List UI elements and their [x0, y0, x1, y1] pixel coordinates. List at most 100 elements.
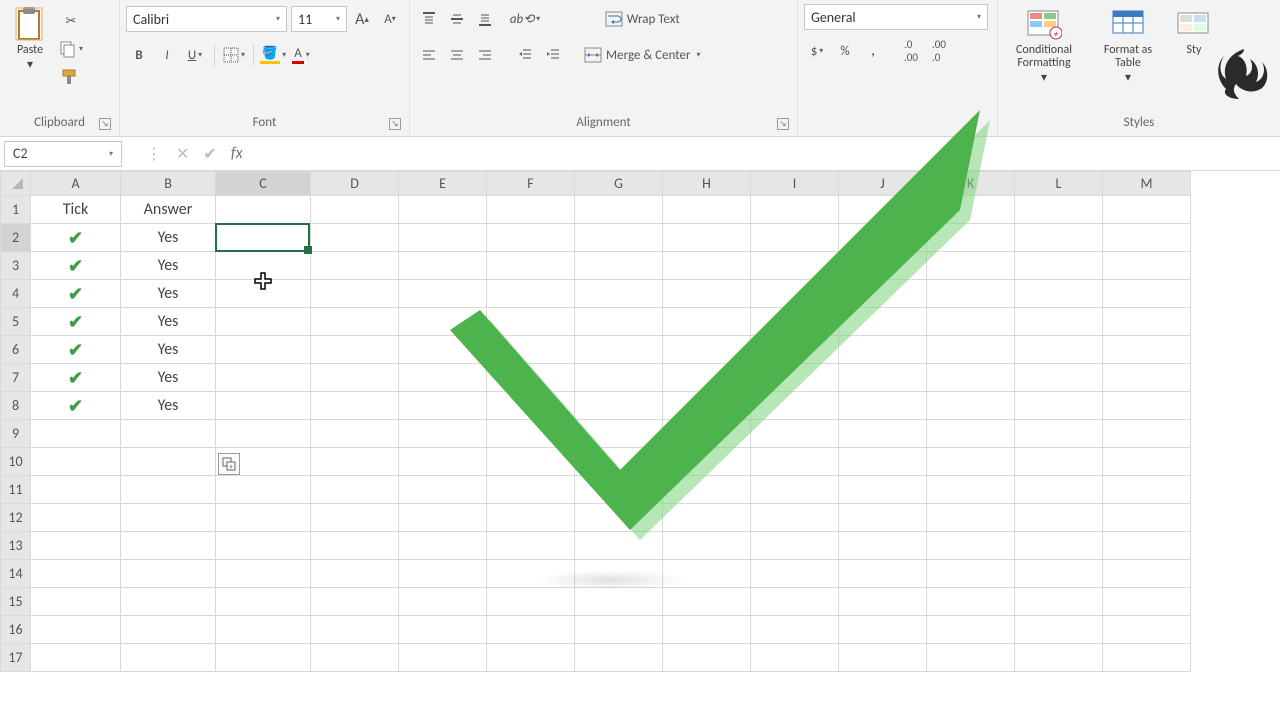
wrap-text-button[interactable]: Wrap Text [578, 4, 707, 34]
cell-A3[interactable]: ✔ [31, 252, 121, 280]
autofill-options-button[interactable]: + [218, 453, 240, 475]
cell-styles-button[interactable]: Sty [1172, 4, 1216, 59]
orientation-button[interactable]: ab⟲▾ [512, 6, 538, 32]
name-box[interactable]: C2 ▾ [4, 141, 122, 167]
align-middle-button[interactable] [444, 6, 470, 32]
cell-B3[interactable]: Yes [121, 252, 216, 280]
row-header-1[interactable]: 1 [1, 196, 31, 224]
underline-button[interactable]: U▾ [182, 42, 208, 68]
col-header-J[interactable]: J [839, 172, 927, 196]
percent-button[interactable]: % [832, 38, 858, 64]
col-header-G[interactable]: G [575, 172, 663, 196]
row-header-15[interactable]: 15 [1, 588, 31, 616]
row-header-9[interactable]: 9 [1, 420, 31, 448]
row-header-7[interactable]: 7 [1, 364, 31, 392]
checkmark-icon: ✔ [68, 311, 83, 333]
col-header-H[interactable]: H [663, 172, 751, 196]
row-header-2[interactable]: 2 [1, 224, 31, 252]
col-header-F[interactable]: F [487, 172, 575, 196]
align-left-button[interactable] [416, 42, 442, 68]
copy-button[interactable]: ▾ [58, 36, 84, 62]
cell-A8[interactable]: ✔ [31, 392, 121, 420]
clipboard-launcher-icon[interactable]: ↘ [99, 118, 111, 130]
align-right-button[interactable] [472, 42, 498, 68]
fx-button[interactable]: fx [231, 144, 243, 163]
increase-decimal-button[interactable]: .0.00 [898, 38, 924, 64]
fx-divider-icon: ⋮ [146, 144, 162, 164]
spreadsheet-grid[interactable]: A B C D E F G H I J K L M 1 Tick Answer … [0, 171, 1191, 672]
row-header-17[interactable]: 17 [1, 644, 31, 672]
col-header-I[interactable]: I [751, 172, 839, 196]
row-header-5[interactable]: 5 [1, 308, 31, 336]
row-header-14[interactable]: 14 [1, 560, 31, 588]
row-header-8[interactable]: 8 [1, 392, 31, 420]
font-name-combo[interactable]: Calibri▾ [126, 6, 287, 32]
cell-C1[interactable] [216, 196, 311, 224]
col-header-L[interactable]: L [1015, 172, 1103, 196]
merge-center-button[interactable]: Merge & Center ▾ [578, 40, 707, 70]
cell-C2[interactable] [216, 224, 311, 252]
row-header-16[interactable]: 16 [1, 616, 31, 644]
grow-font-button[interactable]: A▴ [349, 6, 375, 32]
align-center-button[interactable] [444, 42, 470, 68]
col-header-K[interactable]: K [927, 172, 1015, 196]
cell-A7[interactable]: ✔ [31, 364, 121, 392]
decrease-indent-button[interactable] [512, 42, 538, 68]
increase-indent-button[interactable] [540, 42, 566, 68]
fill-color-button[interactable]: 🪣▾ [260, 42, 286, 68]
cancel-formula-button[interactable]: ✕ [176, 144, 189, 164]
col-header-B[interactable]: B [121, 172, 216, 196]
row-header-6[interactable]: 6 [1, 336, 31, 364]
select-all-corner[interactable] [1, 172, 31, 196]
font-size-value: 11 [298, 11, 312, 28]
cut-button[interactable]: ✂ [58, 8, 84, 34]
row-header-4[interactable]: 4 [1, 280, 31, 308]
column-header-row: A B C D E F G H I J K L M [1, 172, 1191, 196]
cell-A4[interactable]: ✔ [31, 280, 121, 308]
decrease-decimal-button[interactable]: .00.0 [926, 38, 952, 64]
cell-B7[interactable]: Yes [121, 364, 216, 392]
chevron-down-icon: ▾ [276, 14, 280, 24]
format-as-table-button[interactable]: Format as Table ▾ [1088, 4, 1168, 88]
col-header-C[interactable]: C [216, 172, 311, 196]
worksheet[interactable]: A B C D E F G H I J K L M 1 Tick Answer … [0, 171, 1280, 672]
cell-B1[interactable]: Answer [121, 196, 216, 224]
cell-C3[interactable] [216, 252, 311, 280]
font-launcher-icon[interactable]: ↘ [389, 118, 401, 130]
font-size-combo[interactable]: 11▾ [291, 6, 347, 32]
format-painter-button[interactable] [58, 64, 84, 90]
align-top-button[interactable] [416, 6, 442, 32]
row-header-3[interactable]: 3 [1, 252, 31, 280]
font-color-button[interactable]: A▾ [288, 42, 314, 68]
col-header-D[interactable]: D [311, 172, 399, 196]
cell-B5[interactable]: Yes [121, 308, 216, 336]
align-bottom-button[interactable] [472, 6, 498, 32]
cell-B4[interactable]: Yes [121, 280, 216, 308]
row-header-11[interactable]: 11 [1, 476, 31, 504]
cell-B2[interactable]: Yes [121, 224, 216, 252]
row-header-12[interactable]: 12 [1, 504, 31, 532]
borders-button[interactable]: ▾ [221, 42, 247, 68]
bold-button[interactable]: B [126, 42, 152, 68]
row-header-10[interactable]: 10 [1, 448, 31, 476]
paste-button[interactable]: Paste ▾ [6, 4, 54, 74]
enter-formula-button[interactable]: ✔ [203, 144, 216, 164]
cell-A5[interactable]: ✔ [31, 308, 121, 336]
cell-A2[interactable]: ✔ [31, 224, 121, 252]
cell-A1[interactable]: Tick [31, 196, 121, 224]
shrink-font-button[interactable]: A▾ [377, 6, 403, 32]
row-header-13[interactable]: 13 [1, 532, 31, 560]
cell-A6[interactable]: ✔ [31, 336, 121, 364]
number-format-combo[interactable]: General▾ [804, 4, 988, 30]
col-header-M[interactable]: M [1103, 172, 1191, 196]
currency-button[interactable]: $▾ [804, 38, 830, 64]
italic-button[interactable]: I [154, 42, 180, 68]
col-header-A[interactable]: A [31, 172, 121, 196]
formula-input[interactable] [261, 141, 1280, 167]
cell-B8[interactable]: Yes [121, 392, 216, 420]
conditional-formatting-button[interactable]: ≠ Conditional Formatting ▾ [1004, 4, 1084, 88]
alignment-launcher-icon[interactable]: ↘ [777, 118, 789, 130]
comma-style-button[interactable]: , [860, 38, 886, 64]
cell-B6[interactable]: Yes [121, 336, 216, 364]
col-header-E[interactable]: E [399, 172, 487, 196]
